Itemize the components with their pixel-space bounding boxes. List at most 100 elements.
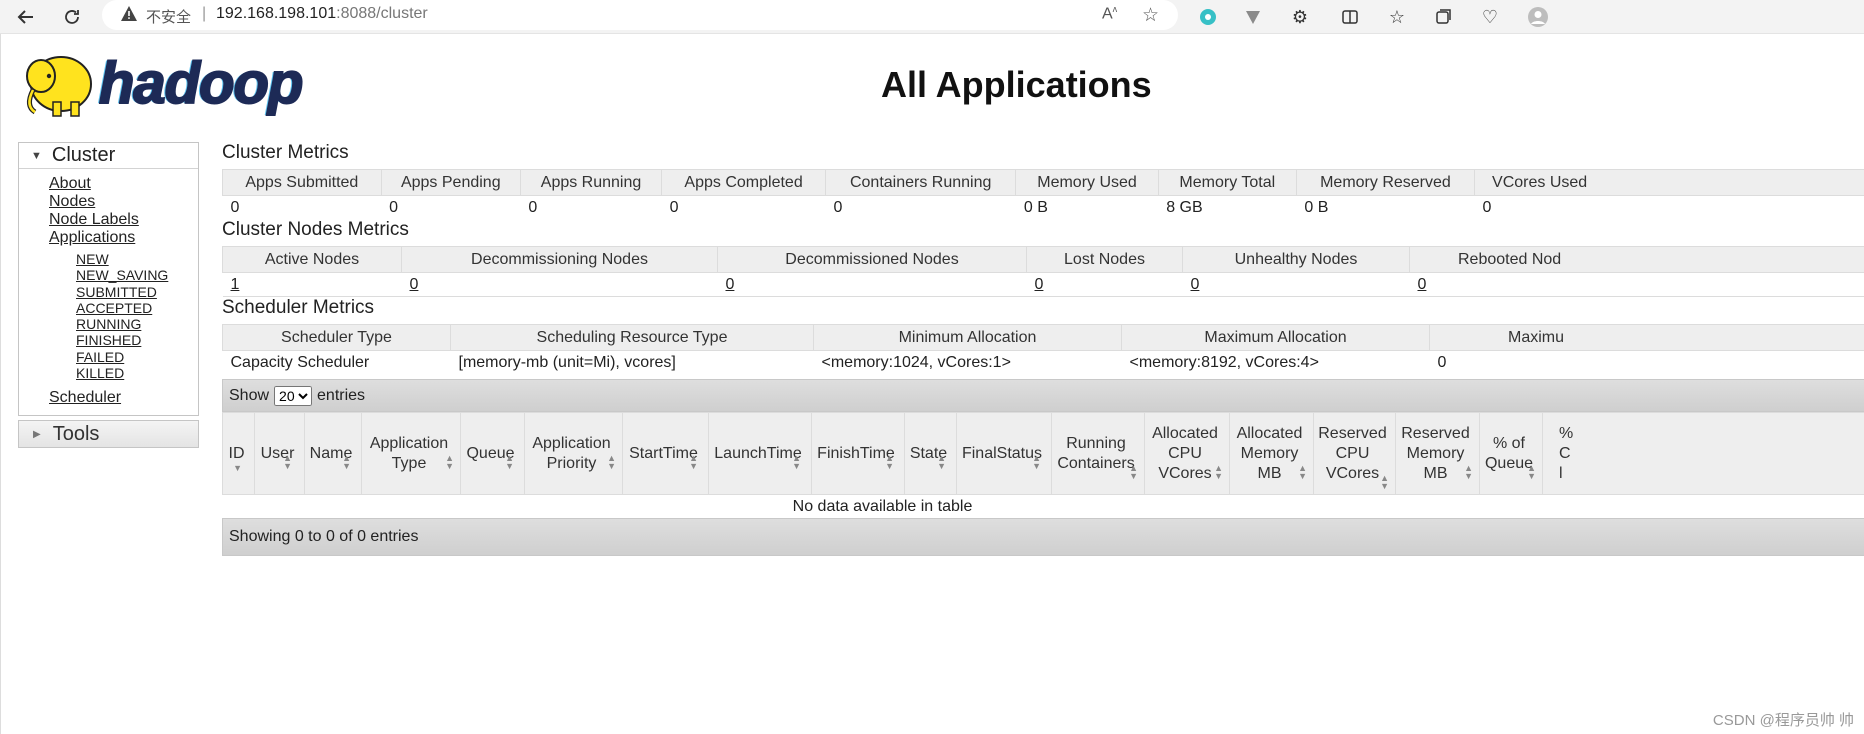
profile-avatar-icon[interactable] (1526, 5, 1550, 29)
triangle-down-icon: ▼ (31, 149, 42, 162)
col-finish-time[interactable]: FinishTime ▲ ▼ (811, 412, 905, 495)
col-state[interactable]: State ▲ ▼ (904, 412, 957, 495)
th-vcores-used: VCores Used (1474, 169, 1864, 196)
entries-length-bar: Show 20 entries (222, 379, 1864, 412)
entries-select[interactable]: 20 (274, 385, 313, 406)
state-finished-link[interactable]: FINISHED (76, 332, 198, 348)
favorites-icon[interactable]: ☆ (1385, 5, 1409, 29)
col-reserved-cpu-vcores-label: Reserved CPU VCores (1318, 424, 1387, 482)
watermark: CSDN @程序员帅 帅 (1712, 712, 1854, 729)
col-name[interactable]: Name ▲ ▼ (304, 412, 362, 495)
tools-accordion-header[interactable]: ▶ Tools (18, 420, 199, 449)
table-info-text: Showing 0 to 0 of 0 entries (229, 528, 419, 545)
th-lost-nodes: Lost Nodes (1026, 246, 1183, 273)
sort-icon: ▲ ▼ (885, 453, 894, 471)
col-application-type[interactable]: Application Type ▲ ▼ (361, 412, 461, 495)
col-id[interactable]: ID ▼ (222, 412, 255, 495)
insecure-label: 不安全 (146, 9, 192, 26)
col-reserved-memory-mb[interactable]: Reserved Memory MB ▲ ▼ (1395, 412, 1480, 495)
sort-icon: ▲ ▼ (1214, 463, 1223, 481)
col-reserved-cpu-vcores[interactable]: Reserved CPU VCores ▲ ▼ (1313, 412, 1396, 495)
sort-icon: ▲ ▼ (689, 453, 698, 471)
col-percent-of-cluster[interactable]: % Cl (1542, 412, 1864, 495)
active-nodes-link[interactable]: 1 (222, 272, 402, 297)
favorite-star-icon[interactable]: ☆ (1142, 4, 1159, 27)
col-allocated-memory-mb[interactable]: Allocated Memory MB ▲ ▼ (1229, 412, 1314, 495)
read-aloud-icon[interactable]: Aʌ (1102, 4, 1117, 23)
empty-cell (1542, 494, 1864, 518)
col-launch-time-label: LaunchTime (714, 444, 802, 462)
th-unhealthy-nodes: Unhealthy Nodes (1182, 246, 1410, 273)
cluster-metrics-table: Apps Submitted Apps Pending Apps Running… (222, 169, 1864, 219)
th-scheduling-resource-type: Scheduling Resource Type (450, 324, 814, 351)
col-launch-time[interactable]: LaunchTime ▲ ▼ (708, 412, 812, 495)
unhealthy-nodes-link[interactable]: 0 (1182, 272, 1410, 297)
state-killed-link[interactable]: KILLED (76, 365, 198, 381)
sort-icon: ▲ ▼ (1298, 463, 1307, 481)
col-running-containers[interactable]: Running Containers ▲ ▼ (1051, 412, 1145, 495)
table-row: 0 0 0 0 0 0 B 8 GB 0 B 0 (222, 195, 1864, 219)
refresh-icon[interactable] (60, 5, 84, 29)
th-apps-completed: Apps Completed (661, 169, 826, 196)
extension-v-icon[interactable] (1241, 5, 1265, 29)
col-application-priority[interactable]: Application Priority ▲ ▼ (524, 412, 623, 495)
scheduler-metrics-table: Scheduler Type Scheduling Resource Type … (222, 324, 1864, 374)
state-running-link[interactable]: RUNNING (76, 316, 198, 332)
td-memory-total: 8 GB (1158, 195, 1297, 219)
rebooted-nodes-link[interactable]: 0 (1409, 272, 1864, 297)
triangle-right-icon: ▶ (33, 428, 41, 440)
state-failed-link[interactable]: FAILED (76, 349, 198, 365)
scheduler-metrics-title: Scheduler Metrics (222, 297, 375, 318)
sort-icon: ▲ ▼ (937, 453, 946, 471)
lost-nodes-link[interactable]: 0 (1026, 272, 1183, 297)
col-queue[interactable]: Queue ▲ ▼ (460, 412, 525, 495)
cluster-metrics-title: Cluster Metrics (222, 142, 349, 163)
state-new-link[interactable]: NEW (76, 251, 198, 267)
cluster-accordion-header[interactable]: ▼ Cluster (19, 143, 198, 169)
col-start-time-label: StartTime (629, 444, 698, 462)
nav-about-link[interactable]: About (49, 175, 198, 193)
state-new-saving-link[interactable]: NEW_SAVING (76, 267, 198, 283)
col-user[interactable]: User ▲ ▼ (254, 412, 305, 495)
nav-applications-link[interactable]: Applications (49, 229, 198, 247)
col-running-containers-label: Running Containers (1057, 434, 1135, 472)
back-icon[interactable] (14, 5, 38, 29)
col-allocated-cpu-vcores-label: Allocated CPU VCores (1152, 424, 1218, 482)
td-containers-running: 0 (825, 195, 1016, 219)
td-apps-pending: 0 (381, 195, 521, 219)
split-screen-icon[interactable] (1338, 5, 1362, 29)
state-accepted-link[interactable]: ACCEPTED (76, 300, 198, 316)
decommissioned-nodes-link[interactable]: 0 (717, 272, 1027, 297)
cluster-accordion: ▼ Cluster About Nodes Node Labels Applic… (18, 142, 199, 417)
extensions-icon[interactable]: ⚙ (1288, 5, 1312, 29)
collections-icon[interactable] (1432, 5, 1456, 29)
td-apps-submitted: 0 (222, 195, 382, 219)
col-start-time[interactable]: StartTime ▲ ▼ (622, 412, 709, 495)
page: hadoop All Applications ▼ Cluster About … (0, 34, 1864, 734)
th-active-nodes: Active Nodes (222, 246, 402, 273)
sort-icon: ▲ ▼ (445, 453, 454, 471)
nav-node-labels-link[interactable]: Node Labels (49, 211, 198, 229)
nav-nodes-link[interactable]: Nodes (49, 193, 198, 211)
extension-circle-icon[interactable] (1196, 5, 1220, 29)
entries-label: entries (317, 386, 366, 404)
th-maximum-cluster-app-priority: Maximu (1429, 324, 1864, 351)
sidebar: ▼ Cluster About Nodes Node Labels Applic… (18, 142, 199, 449)
state-submitted-link[interactable]: SUBMITTED (76, 284, 198, 300)
col-percent-of-queue[interactable]: % of Queue ▲ ▼ (1479, 412, 1543, 495)
cluster-metrics-table-wrap: Apps Submitted Apps Pending Apps Running… (222, 169, 1864, 219)
sort-icon: ▲ ▼ (1464, 463, 1473, 481)
table-header-row: Scheduler Type Scheduling Resource Type … (222, 324, 1864, 351)
td-memory-reserved: 0 B (1296, 195, 1475, 219)
th-apps-running: Apps Running (519, 169, 663, 196)
col-allocated-cpu-vcores[interactable]: Allocated CPU VCores ▲ ▼ (1144, 412, 1230, 495)
col-reserved-memory-mb-label: Reserved Memory MB (1401, 424, 1470, 482)
sort-icon: ▲ ▼ (792, 453, 801, 471)
col-final-status[interactable]: FinalStatus ▲ ▼ (956, 412, 1052, 495)
decommissioning-nodes-link[interactable]: 0 (401, 272, 718, 297)
address-bar[interactable]: 不安全 | 192.168.198.101:8088/cluster Aʌ ☆ (102, 0, 1178, 30)
browser-essentials-icon[interactable]: ♡ (1478, 5, 1502, 29)
nav-scheduler-link[interactable]: Scheduler (49, 389, 198, 407)
td-scheduler-type: Capacity Scheduler (222, 350, 451, 374)
table-row: Capacity Scheduler [memory-mb (unit=Mi),… (222, 350, 1864, 374)
